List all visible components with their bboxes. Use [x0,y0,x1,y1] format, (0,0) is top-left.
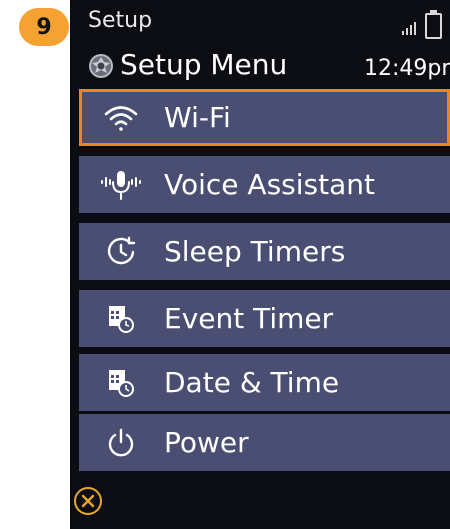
power-icon [97,414,145,471]
menu-item-label: Power [164,426,249,459]
signal-icon [402,20,416,39]
menu-item-wifi[interactable]: Wi-Fi [79,89,450,146]
sleep-timer-icon [97,223,145,280]
menu-item-power[interactable]: Power [79,414,450,471]
page-title: Setup Menu [120,48,288,81]
clock: 12:49pm [364,56,450,81]
menu-header: Setup Menu 12:49pm [70,44,450,86]
close-button[interactable] [74,487,102,515]
menu-item-label: Sleep Timers [164,235,346,268]
wifi-icon [97,92,145,143]
status-title: Setup [88,8,153,33]
status-bar: Setup [70,0,450,44]
menu-item-label: Voice Assistant [164,168,375,201]
battery-icon [425,10,442,39]
microphone-icon [97,156,145,213]
menu-item-event-timer[interactable]: Event Timer [79,290,450,347]
menu-item-date-time[interactable]: Date & Time [79,354,450,411]
close-icon [81,494,95,508]
menu-item-label: Event Timer [164,302,334,335]
device-screen: Setup Setup Menu 12:49pm [70,0,450,529]
menu-item-sleep-timers[interactable]: Sleep Timers [79,223,450,280]
step-number-badge: 9 [19,8,69,46]
calendar-clock-icon [97,354,145,411]
event-timer-icon [97,290,145,347]
menu-item-label: Date & Time [164,366,340,399]
menu-item-label: Wi-Fi [164,101,231,134]
menu-item-voice-assistant[interactable]: Voice Assistant [79,156,450,213]
gear-icon [88,53,114,79]
